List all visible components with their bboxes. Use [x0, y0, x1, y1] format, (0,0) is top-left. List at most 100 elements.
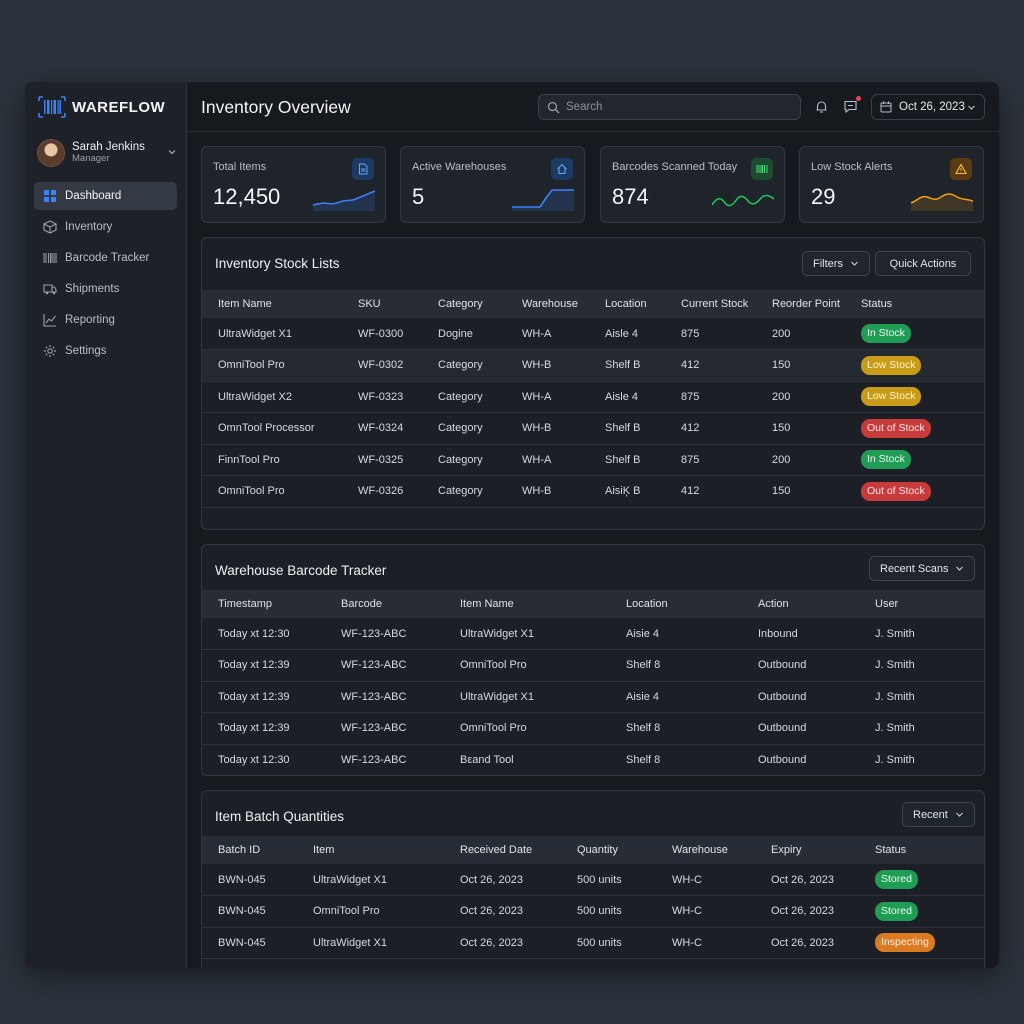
- table-row[interactable]: OmnTool Processor WF-0324 Category WH-B Shel…: [202, 412, 984, 445]
- column-header[interactable]: Reorder Point: [756, 290, 845, 318]
- table-cell: Oct 26, 2023: [755, 895, 859, 928]
- table-row[interactable]: Today хt 12:39 WF-123-ABC OmniTool Pro Shel…: [202, 649, 984, 682]
- column-header[interactable]: Location: [610, 590, 742, 618]
- column-header[interactable]: Received Date: [444, 836, 561, 864]
- table-row[interactable]: UltraWidget X1 WF-0300 Dogine WH-A Aisle 4 87…: [202, 318, 984, 350]
- sidebar-item-label: Shipments: [65, 283, 120, 295]
- stat-card-low-stock-alerts[interactable]: Low Stock Alerts 29: [799, 146, 984, 223]
- stat-card-active-warehouses[interactable]: Active Warehouses 5: [400, 146, 585, 223]
- table-row[interactable]: BWN-045 OmniTool Pro Oct 26, 2023 500 units…: [202, 895, 984, 928]
- sparkline: [313, 190, 375, 211]
- column-header[interactable]: Status: [845, 290, 984, 318]
- column-header[interactable]: Location: [589, 290, 665, 318]
- sidebar-item-inventory[interactable]: Inventory: [34, 213, 177, 241]
- stat-card-barcodes-scanned[interactable]: Barcodes Scanned Today 874: [600, 146, 785, 223]
- date-picker[interactable]: Oct 26, 2023: [871, 94, 985, 120]
- table-row[interactable]: Today хt 12:30 WF-123-ABC Bεand Tool Shelf …: [202, 744, 984, 775]
- batch-quantities-table: Batch ID Item Received Date Quantity Warehou…: [202, 836, 984, 959]
- panel-title: Inventory Stock Lists: [215, 256, 340, 271]
- column-header[interactable]: SKU: [342, 290, 422, 318]
- search-input[interactable]: [566, 101, 786, 113]
- sparkline: [712, 194, 774, 207]
- table-row[interactable]: Today хt 12:30 WF-123-ABC UltraWidget X1 Ai…: [202, 618, 984, 650]
- quick-actions-label: Quick Actions: [889, 257, 957, 270]
- sidebar: WAREFLOW Sarah Jenkins Manager Dashboard…: [25, 82, 187, 968]
- column-header[interactable]: Quantity: [561, 836, 656, 864]
- status-badge: In Stock: [861, 324, 911, 343]
- sidebar-item-reporting[interactable]: Reporting: [34, 306, 177, 334]
- table-cell: UltraWidget X1: [444, 681, 610, 713]
- recent-label: Recent: [913, 808, 948, 821]
- table-cell: J. Smith: [859, 744, 984, 775]
- stat-label: Barcodes Scanned Today: [612, 161, 738, 173]
- recent-dropdown[interactable]: Recent: [902, 802, 975, 827]
- logo-text: WAREFLOW: [72, 98, 166, 116]
- table-cell: OmniTool Pro: [297, 895, 444, 928]
- stat-card-total-items[interactable]: Total Items 12,450: [201, 146, 386, 223]
- table-cell: WH-B: [506, 349, 589, 382]
- message-icon[interactable]: [843, 99, 858, 114]
- table-row[interactable]: OmniTool Pro WF-0302 Category WH-B Shelf B 41…: [202, 349, 984, 382]
- chevron-down-icon: [956, 566, 964, 571]
- column-header[interactable]: Item Name: [444, 590, 610, 618]
- sidebar-item-label: Inventory: [65, 221, 113, 233]
- box-icon: [43, 220, 57, 234]
- column-header[interactable]: Batch ID: [202, 836, 297, 864]
- table-cell: WF-123-ABC: [325, 649, 444, 682]
- column-header[interactable]: Warehouse: [656, 836, 755, 864]
- column-header[interactable]: Timestamp: [202, 590, 325, 618]
- sidebar-item-barcode-tracker[interactable]: Barcode Tracker: [34, 244, 177, 272]
- table-cell: 150: [756, 412, 845, 445]
- table-cell: WH-A: [506, 444, 589, 476]
- table-cell: Today хt 12:30: [202, 744, 325, 775]
- table-cell: WH-C: [656, 927, 755, 959]
- table-cell: UltraWidget X1: [297, 864, 444, 896]
- stat-value: 874: [612, 184, 649, 209]
- table-row[interactable]: UltraWidget X2 WF-0323 Category WH-A Aisle 4…: [202, 381, 984, 413]
- column-header[interactable]: Current Stock: [665, 290, 756, 318]
- logo[interactable]: WAREFLOW: [38, 96, 165, 118]
- table-row[interactable]: Today хt 12:39 WF-123-ABC OmniTool Pro Shel…: [202, 712, 984, 745]
- table-cell: Low Stock: [845, 381, 984, 413]
- warning-icon: [950, 158, 972, 180]
- table-header-row: Item Name SKU Category Warehouse Location Cur…: [202, 290, 984, 318]
- table-cell: In Stock: [845, 444, 984, 476]
- recent-scans-dropdown[interactable]: Recent Scans: [869, 556, 976, 581]
- sidebar-item-dashboard[interactable]: Dashboard: [34, 182, 177, 210]
- bell-icon[interactable]: [814, 99, 829, 114]
- column-header[interactable]: Category: [422, 290, 506, 318]
- table-cell: OmnTool Processor: [202, 412, 342, 445]
- inventory-stock-table: Item Name SKU Category Warehouse Location Cur…: [202, 290, 984, 508]
- table-cell: 875: [665, 381, 756, 413]
- column-header[interactable]: Expiry: [755, 836, 859, 864]
- column-header[interactable]: Warehouse: [506, 290, 589, 318]
- table-cell: Stored: [859, 895, 984, 928]
- table-row[interactable]: Today хt 12:39 WF-123-ABC UltraWidget X1 Ai…: [202, 681, 984, 713]
- table-cell: Shelf B: [589, 349, 665, 382]
- user-profile[interactable]: Sarah Jenkins Manager: [37, 138, 177, 168]
- status-badge: Stored: [875, 870, 918, 889]
- barcode-icon: [43, 251, 57, 265]
- sidebar-item-shipments[interactable]: Shipments: [34, 275, 177, 303]
- sidebar-item-settings[interactable]: Settings: [34, 337, 177, 365]
- column-header[interactable]: User: [859, 590, 984, 618]
- column-header[interactable]: Item: [297, 836, 444, 864]
- chevron-down-icon[interactable]: [167, 147, 177, 157]
- panel-title: Warehouse Barcode Tracker: [215, 563, 387, 578]
- status-badge: Out of Stock: [861, 418, 931, 438]
- search-box[interactable]: [538, 94, 801, 120]
- column-header[interactable]: Barcode: [325, 590, 444, 618]
- truck-icon: [43, 282, 57, 296]
- column-header[interactable]: Item Name: [202, 290, 342, 318]
- table-row[interactable]: OmniTool Pro WF-0326 Category WH-B AisiĶ B 41…: [202, 475, 984, 508]
- table-row[interactable]: BWN-045 UltraWidget X1 Oct 26, 2023 500 uni…: [202, 864, 984, 896]
- quick-actions-button[interactable]: Quick Actions: [875, 251, 971, 276]
- filters-button[interactable]: Filters: [802, 251, 870, 276]
- table-row[interactable]: BWN-045 UltraWidget X1 Oct 26, 2023 500 uni…: [202, 927, 984, 959]
- main-content: Inventory Overview Oct 26, 2023 Total It…: [187, 82, 999, 968]
- table-row[interactable]: FinnTool Pro WF-0325 Category WH-A Shelf B 87…: [202, 444, 984, 476]
- column-header[interactable]: Status: [859, 836, 984, 864]
- column-header[interactable]: Action: [742, 590, 859, 618]
- sidebar-item-label: Dashboard: [65, 190, 122, 202]
- table-cell: WF-0323: [342, 381, 422, 413]
